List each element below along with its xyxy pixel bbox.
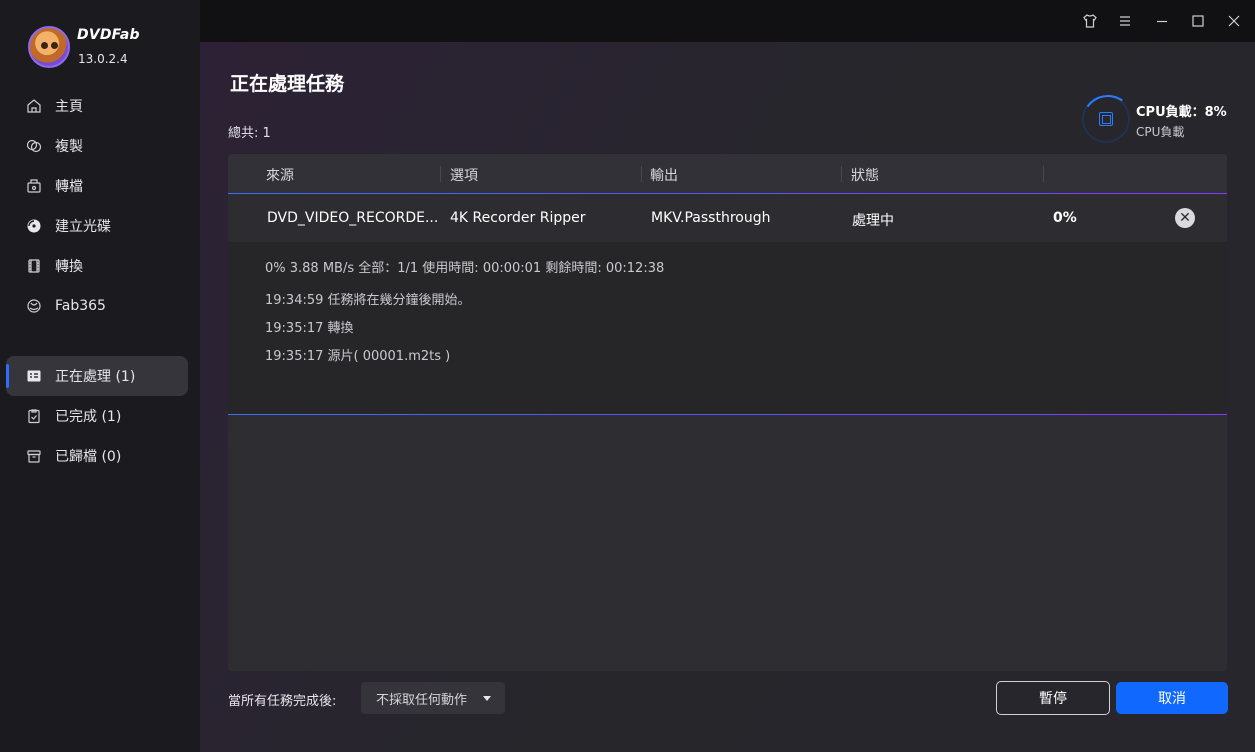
film-icon — [26, 258, 42, 274]
minimize-icon[interactable] — [1152, 11, 1172, 31]
menu-icon[interactable] — [1115, 11, 1135, 31]
sidebar-item-label: 主頁 — [55, 99, 83, 115]
cpu-chip-icon — [1099, 112, 1113, 126]
column-divider — [1043, 166, 1044, 182]
after-tasks-label: 當所有任務完成後: — [228, 694, 337, 709]
brand-name: DVDFab — [77, 27, 140, 43]
column-source: 來源 — [266, 168, 294, 184]
column-divider — [641, 166, 642, 182]
sidebar: DVDFab 13.0.2.4 主頁 複製 轉檔 建立光碟 轉換 Fab365 … — [0, 0, 200, 752]
fab365-icon — [26, 298, 42, 314]
sidebar-item-label: 轉換 — [55, 259, 83, 275]
sidebar-item-creator[interactable]: 建立光碟 — [0, 206, 200, 246]
sidebar-item-ripper[interactable]: 轉檔 — [0, 166, 200, 206]
column-status: 狀態 — [851, 168, 879, 184]
caret-down-icon — [483, 696, 491, 701]
sidebar-item-label: 建立光碟 — [55, 219, 111, 235]
archive-icon — [26, 448, 42, 464]
remove-task-button[interactable]: ✕ — [1175, 208, 1195, 228]
sidebar-item-label: 轉檔 — [55, 179, 83, 195]
sidebar-item-label: 正在處理 (1) — [55, 369, 136, 385]
copy-icon — [26, 138, 42, 154]
task-output: MKV.Passthrough — [651, 210, 771, 226]
sidebar-item-label: 已歸檔 (0) — [55, 449, 122, 465]
sidebar-nav: 主頁 複製 轉檔 建立光碟 轉換 Fab365 正在處理 (1) 已完成 (1)… — [0, 86, 200, 476]
sidebar-item-converter[interactable]: 轉換 — [0, 246, 200, 286]
column-output: 輸出 — [650, 168, 678, 184]
task-detail-panel: 0% 3.88 MB/s 全部：1/1 使用時間: 00:00:01 剩餘時間:… — [228, 242, 1227, 415]
shirt-skin-icon[interactable] — [1080, 11, 1100, 31]
table-row[interactable]: DVD_VIDEO_RECORDE... 4K Recorder Ripper … — [228, 195, 1227, 242]
sidebar-item-finished[interactable]: 已完成 (1) — [0, 396, 200, 436]
task-total: 總共: 1 — [228, 126, 271, 141]
close-circle-icon: ✕ — [1179, 210, 1191, 226]
task-progress: 0% — [1053, 210, 1077, 226]
sidebar-item-archived[interactable]: 已歸檔 (0) — [0, 436, 200, 476]
task-stats: 0% 3.88 MB/s 全部：1/1 使用時間: 00:00:01 剩餘時間:… — [265, 261, 665, 276]
sidebar-item-copy[interactable]: 複製 — [0, 126, 200, 166]
column-option: 選項 — [450, 168, 478, 184]
sidebar-item-label: 複製 — [55, 139, 83, 155]
after-tasks-value: 不採取任何動作 — [376, 692, 468, 708]
maximize-icon[interactable] — [1188, 11, 1208, 31]
sidebar-item-home[interactable]: 主頁 — [0, 86, 200, 126]
pause-button[interactable]: 暫停 — [996, 681, 1110, 715]
home-icon — [26, 98, 42, 114]
dvdfab-logo — [28, 26, 70, 68]
sidebar-item-processing[interactable]: 正在處理 (1) — [6, 356, 188, 396]
cpu-load-title: CPU負載：8% — [1136, 105, 1227, 120]
disc-icon — [26, 218, 42, 234]
column-divider — [440, 166, 441, 182]
close-icon[interactable] — [1224, 11, 1244, 31]
finished-icon — [26, 408, 42, 424]
log-line: 19:34:59 任務將在幾分鐘後開始。 — [265, 293, 471, 308]
task-table: 來源 選項 輸出 狀態 DVD_VIDEO_RECORDE... 4K Reco… — [228, 154, 1227, 671]
log-line: 19:35:17 源片( 00001.m2ts ) — [265, 349, 451, 364]
column-divider — [841, 166, 842, 182]
task-option: 4K Recorder Ripper — [450, 210, 586, 226]
ripper-icon — [26, 178, 42, 194]
nav-divider — [0, 326, 200, 356]
log-line: 19:35:17 轉換 — [265, 321, 354, 336]
sidebar-item-fab365[interactable]: Fab365 — [0, 286, 200, 326]
title-bar — [200, 0, 1255, 42]
table-header: 來源 選項 輸出 狀態 — [228, 154, 1227, 194]
page-title: 正在處理任務 — [230, 73, 345, 95]
sidebar-item-label: 已完成 (1) — [55, 409, 122, 425]
processing-icon — [26, 368, 42, 384]
app-version: 13.0.2.4 — [78, 52, 128, 66]
sidebar-item-label: Fab365 — [55, 298, 106, 314]
task-status: 處理中 — [852, 213, 894, 229]
after-tasks-dropdown[interactable]: 不採取任何動作 — [361, 682, 505, 714]
cpu-load-subtitle: CPU負載 — [1136, 125, 1185, 139]
task-source: DVD_VIDEO_RECORDE... — [267, 210, 439, 226]
cancel-button[interactable]: 取消 — [1116, 682, 1228, 714]
